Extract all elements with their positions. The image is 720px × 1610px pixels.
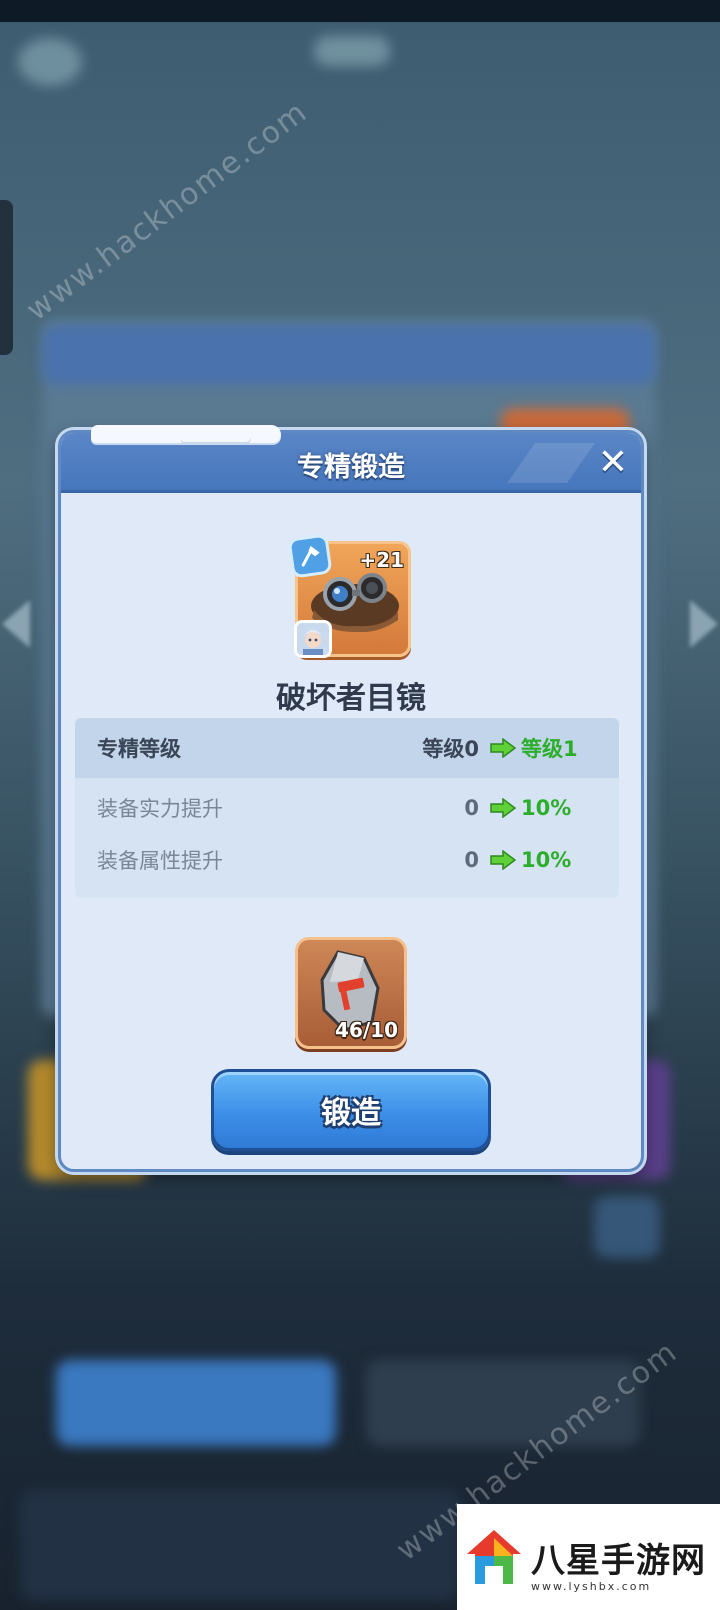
forge-button-label: 锻造 xyxy=(321,1096,381,1131)
bg-avatar-blob xyxy=(18,38,82,86)
forge-dialog: 专精锻造 ✕ +21 破坏者目镜 专精等级 等级0 等级1 装备实力提升 0 1… xyxy=(58,425,644,1172)
material-count: 46/10 xyxy=(335,1018,398,1042)
item-name: 破坏者目镜 xyxy=(276,681,426,716)
stat-label: 专精等级 xyxy=(97,737,181,761)
bg-right-arrow xyxy=(690,600,718,648)
dialog-title: 专精锻造 xyxy=(297,452,405,483)
close-icon[interactable]: ✕ xyxy=(595,445,631,481)
stat-current-value: 0 xyxy=(464,796,479,820)
site-logo: 八星手游网 www.lyshbx.com xyxy=(457,1504,720,1610)
stat-next-value: 10% xyxy=(521,796,572,820)
arrow-right-icon xyxy=(490,738,516,758)
stat-label: 装备属性提升 xyxy=(97,849,223,873)
shovel-icon xyxy=(287,533,333,579)
site-logo-name: 八星手游网 xyxy=(531,1540,706,1581)
stat-row: 装备实力提升 0 10% xyxy=(75,780,619,836)
bg-panel-header-blob xyxy=(42,325,656,385)
site-logo-url: www.lyshbx.com xyxy=(531,1580,652,1593)
stat-row: 装备属性提升 0 10% xyxy=(75,832,619,888)
enhance-level-label: +21 xyxy=(359,548,404,572)
side-handle xyxy=(0,200,13,355)
bg-button-right xyxy=(366,1360,640,1446)
forge-button[interactable]: 锻造 xyxy=(211,1069,491,1151)
arrow-right-icon xyxy=(490,850,516,870)
equipment-icon[interactable]: +21 xyxy=(287,533,411,658)
bg-bottom-nav xyxy=(20,1490,460,1600)
forge-stone-icon[interactable]: 46/10 xyxy=(295,937,407,1049)
dialog-header: 专精锻造 ✕ xyxy=(61,425,641,493)
mastery-level-row: 专精等级 等级0 等级1 xyxy=(75,718,619,778)
status-bar xyxy=(0,0,720,22)
snow-decoration xyxy=(181,430,251,442)
stat-next-value: 等级1 xyxy=(521,737,578,761)
stat-next-value: 10% xyxy=(521,848,572,872)
arrow-right-icon xyxy=(490,798,516,818)
hero-portrait-icon xyxy=(294,620,332,658)
stat-label: 装备实力提升 xyxy=(97,797,223,821)
stat-current-value: 等级0 xyxy=(422,737,479,761)
bg-button-left xyxy=(56,1360,336,1446)
stats-panel: 专精等级 等级0 等级1 装备实力提升 0 10% 装备属性提升 0 10% xyxy=(75,718,619,898)
bg-title-blob xyxy=(314,36,390,66)
bg-left-arrow xyxy=(2,600,30,648)
stat-current-value: 0 xyxy=(464,848,479,872)
bg-side-icon xyxy=(594,1196,660,1258)
site-logo-icon xyxy=(467,1530,521,1584)
